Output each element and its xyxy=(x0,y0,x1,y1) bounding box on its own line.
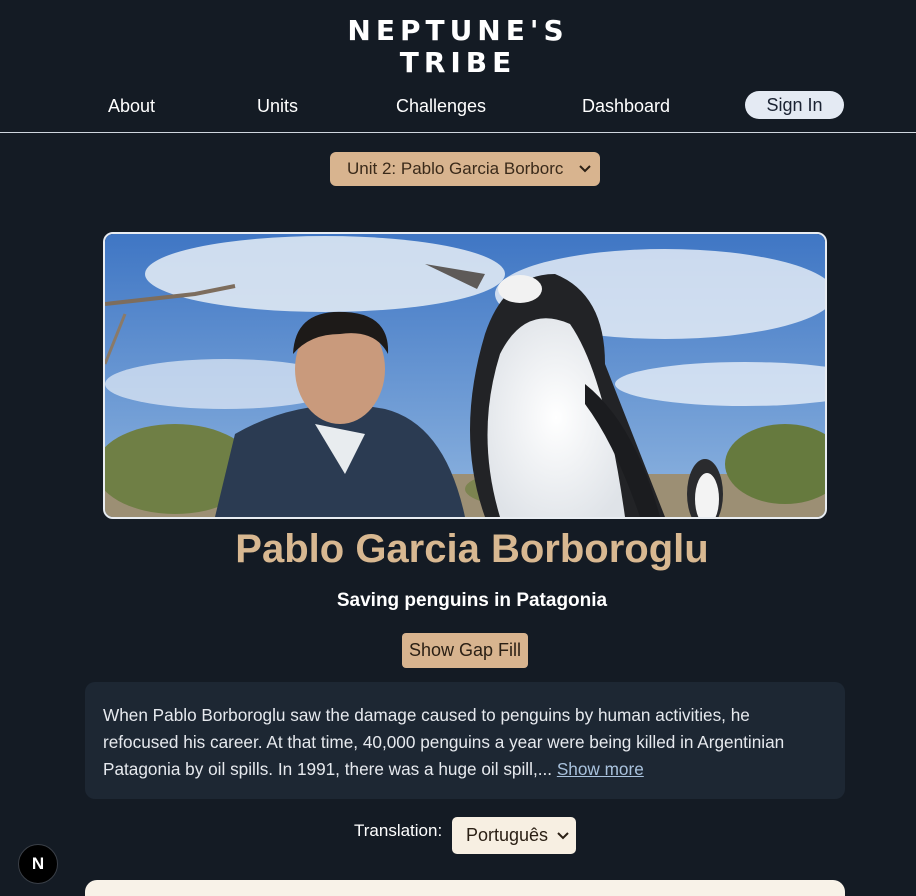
translation-select-value: Português xyxy=(466,825,549,845)
header-divider xyxy=(0,132,916,133)
content-card xyxy=(85,880,845,896)
translation-select[interactable]: Português xyxy=(452,817,576,854)
show-more-link[interactable]: Show more xyxy=(557,759,644,779)
nav-challenges[interactable]: Challenges xyxy=(396,96,486,117)
brand-logo[interactable]: NEPTUNE'S TRIBE xyxy=(0,16,916,78)
sign-in-button[interactable]: Sign In xyxy=(745,91,844,119)
translation-label: Translation: xyxy=(354,821,443,840)
brand-line-1: NEPTUNE'S xyxy=(347,14,569,47)
story-card: When Pablo Borboroglu saw the damage cau… xyxy=(85,682,845,799)
nav-about[interactable]: About xyxy=(108,96,155,117)
chevron-down-icon xyxy=(555,817,571,854)
nav-units[interactable]: Units xyxy=(257,96,298,117)
hero-image xyxy=(103,232,827,519)
story-text: When Pablo Borboroglu saw the damage cau… xyxy=(103,705,785,779)
nav-dashboard[interactable]: Dashboard xyxy=(582,96,670,117)
page: NEPTUNE'S TRIBE About Units Challenges D… xyxy=(0,0,916,896)
next-logo-icon[interactable]: N xyxy=(18,844,58,884)
show-gap-fill-button[interactable]: Show Gap Fill xyxy=(402,633,528,668)
main-nav: About Units Challenges Dashboard Sign In xyxy=(0,91,916,123)
profile-name: Pablo Garcia Borboroglu xyxy=(235,527,709,571)
unit-select[interactable]: Unit 2: Pablo Garcia Borborc xyxy=(330,152,600,186)
profile-tagline: Saving penguins in Patagonia xyxy=(336,590,608,611)
unit-select-value: Unit 2: Pablo Garcia Borborc xyxy=(347,159,564,178)
chevron-down-icon xyxy=(576,152,594,186)
brand-line-2: TRIBE xyxy=(399,46,517,79)
